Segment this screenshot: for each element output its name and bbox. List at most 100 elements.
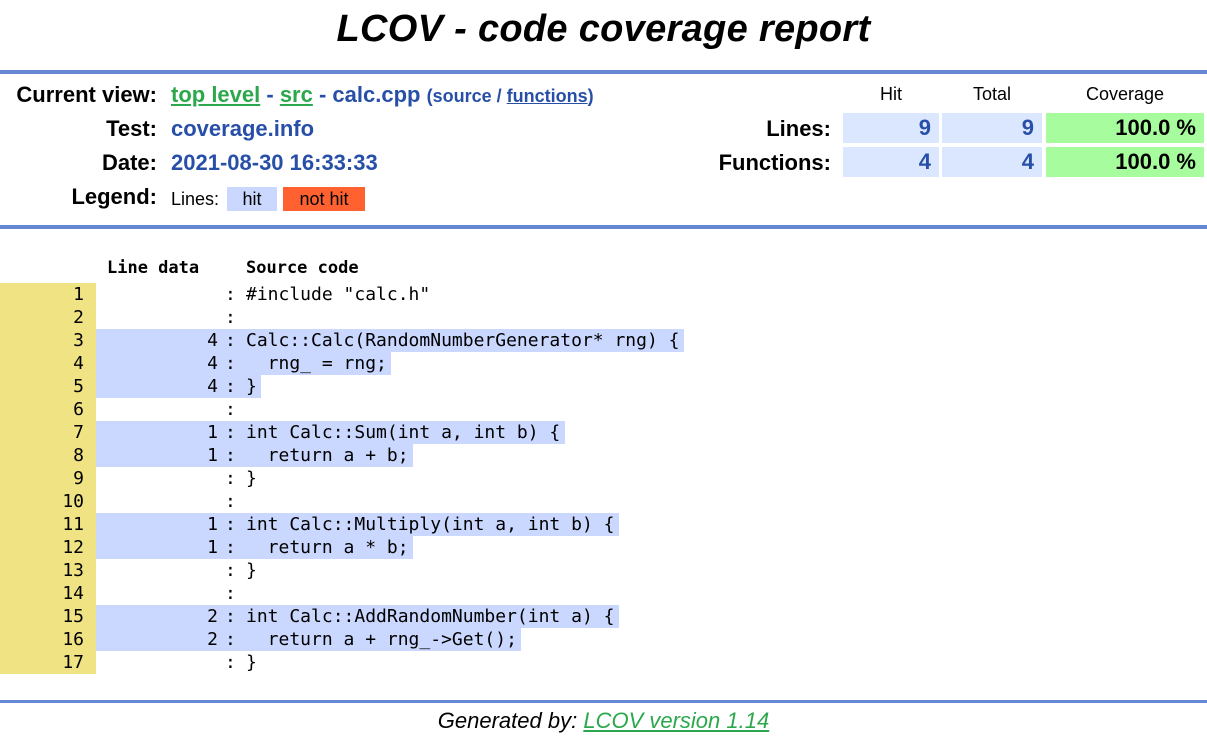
line-number: 8 xyxy=(0,444,96,467)
view-source-label: source xyxy=(432,86,492,106)
count-separator: : xyxy=(225,583,236,604)
line-number: 17 xyxy=(0,651,96,674)
breadcrumb-separator: - xyxy=(312,82,333,107)
test-label: Test: xyxy=(106,116,157,141)
hit-count: 1 xyxy=(207,537,218,558)
code-text: #include "calc.h" xyxy=(246,284,431,305)
col-hit-header: Hit xyxy=(880,84,902,104)
code-text: return a + b; xyxy=(246,445,409,466)
line-number: 5 xyxy=(0,375,96,398)
count-separator: : xyxy=(225,422,236,443)
col-total-header: Total xyxy=(972,84,1012,104)
source-line: 4 4: rng_ = rng; xyxy=(0,352,1207,375)
count-separator: : xyxy=(225,376,236,397)
line-number: 13 xyxy=(0,559,96,582)
line-number: 7 xyxy=(0,421,96,444)
count-separator: : xyxy=(225,629,236,650)
source-line: 9:} xyxy=(0,467,1207,490)
hit-count: 1 xyxy=(207,514,218,535)
lines-coverage: 100.0 % xyxy=(1046,113,1204,143)
count-separator: : xyxy=(225,468,236,489)
source-line: 15 2: int Calc::AddRandomNumber(int a) { xyxy=(0,605,1207,628)
col-coverage-header: Coverage xyxy=(1085,84,1165,104)
source-line: 1: #include "calc.h" xyxy=(0,283,1207,306)
line-number: 9 xyxy=(0,467,96,490)
count-separator: : xyxy=(225,537,236,558)
line-number: 16 xyxy=(0,628,96,651)
page-title: LCOV - code coverage report xyxy=(336,8,871,50)
footer-prefix: Generated by: xyxy=(437,708,584,733)
hit-count: 2 xyxy=(207,629,218,650)
source-line: 3 4: Calc::Calc(RandomNumberGenerator* rng… xyxy=(0,329,1207,352)
breadcrumb-current-file: calc.cpp xyxy=(332,82,421,107)
source-line: 7 1: int Calc::Sum(int a, int b) { xyxy=(0,421,1207,444)
code-text: int Calc::Multiply(int a, int b) { xyxy=(246,514,615,535)
line-number: 15 xyxy=(0,605,96,628)
functions-total: 4 xyxy=(942,147,1042,177)
view-switcher: (source / functions) xyxy=(427,86,594,106)
breadcrumb-src-link[interactable]: src xyxy=(280,82,313,107)
breadcrumb-separator: - xyxy=(260,82,280,107)
count-separator: : xyxy=(225,307,236,328)
line-number: 6 xyxy=(0,398,96,421)
count-separator: : xyxy=(225,399,236,420)
current-view-label: Current view: xyxy=(16,82,157,107)
code-text: int Calc::AddRandomNumber(int a) { xyxy=(246,606,615,627)
breadcrumb-top-level-link[interactable]: top level xyxy=(171,82,260,107)
code-text: } xyxy=(246,468,257,489)
code-text: Calc::Calc(RandomNumberGenerator* rng) { xyxy=(246,330,680,351)
functions-coverage: 100.0 % xyxy=(1046,147,1204,177)
line-data-header: Line data xyxy=(107,258,200,278)
code-text: } xyxy=(246,560,257,581)
source-line: 17:} xyxy=(0,651,1207,674)
functions-hit: 4 xyxy=(843,147,939,177)
footer-rule xyxy=(0,700,1207,703)
source-line: 16 2: return a + rng_->Get(); xyxy=(0,628,1207,651)
view-functions-link[interactable]: functions xyxy=(507,86,588,106)
legend-label: Legend: xyxy=(71,184,157,209)
count-separator: : xyxy=(225,491,236,512)
count-separator: : xyxy=(225,606,236,627)
hit-count: 4 xyxy=(207,330,218,351)
source-line: 12 1: return a * b; xyxy=(0,536,1207,559)
source-line: 5 4:} xyxy=(0,375,1207,398)
source-line: 8 1: return a + b; xyxy=(0,444,1207,467)
code-text: int Calc::Sum(int a, int b) { xyxy=(246,422,561,443)
line-number: 12 xyxy=(0,536,96,559)
lines-stat-label: Lines: xyxy=(766,116,831,141)
lines-hit: 9 xyxy=(843,113,939,143)
hit-count: 4 xyxy=(207,353,218,374)
view-paren-close: ) xyxy=(587,86,594,106)
legend-hit: hit xyxy=(227,187,277,211)
count-separator: : xyxy=(225,330,236,351)
hit-count: 2 xyxy=(207,606,218,627)
line-number: 2 xyxy=(0,306,96,329)
lcov-version-link[interactable]: LCOV version 1.14 xyxy=(583,708,769,733)
source-line: 14: xyxy=(0,582,1207,605)
count-separator: : xyxy=(225,284,236,305)
count-separator: : xyxy=(225,514,236,535)
legend-not-hit: not hit xyxy=(283,187,365,211)
source-line: 10: xyxy=(0,490,1207,513)
hit-count: 1 xyxy=(207,445,218,466)
count-separator: : xyxy=(225,353,236,374)
lines-total: 9 xyxy=(942,113,1042,143)
code-text: } xyxy=(246,652,257,673)
line-number: 1 xyxy=(0,283,96,306)
source-code-header: Source code xyxy=(246,258,359,278)
code-text: rng_ = rng; xyxy=(246,353,387,374)
header-bottom-rule xyxy=(0,225,1207,229)
line-number: 10 xyxy=(0,490,96,513)
line-number: 3 xyxy=(0,329,96,352)
date-label: Date: xyxy=(101,150,157,175)
date-value: 2021-08-30 16:33:33 xyxy=(171,150,378,175)
line-number: 14 xyxy=(0,582,96,605)
functions-stat-label: Functions: xyxy=(718,150,831,175)
line-number: 11 xyxy=(0,513,96,536)
code-text: return a * b; xyxy=(246,537,409,558)
source-line: 11 1: int Calc::Multiply(int a, int b) { xyxy=(0,513,1207,536)
count-separator: : xyxy=(225,560,236,581)
top-rule xyxy=(0,70,1207,74)
breadcrumb: top level - src - calc.cpp (source / fun… xyxy=(171,82,594,108)
source-line: 6: xyxy=(0,398,1207,421)
